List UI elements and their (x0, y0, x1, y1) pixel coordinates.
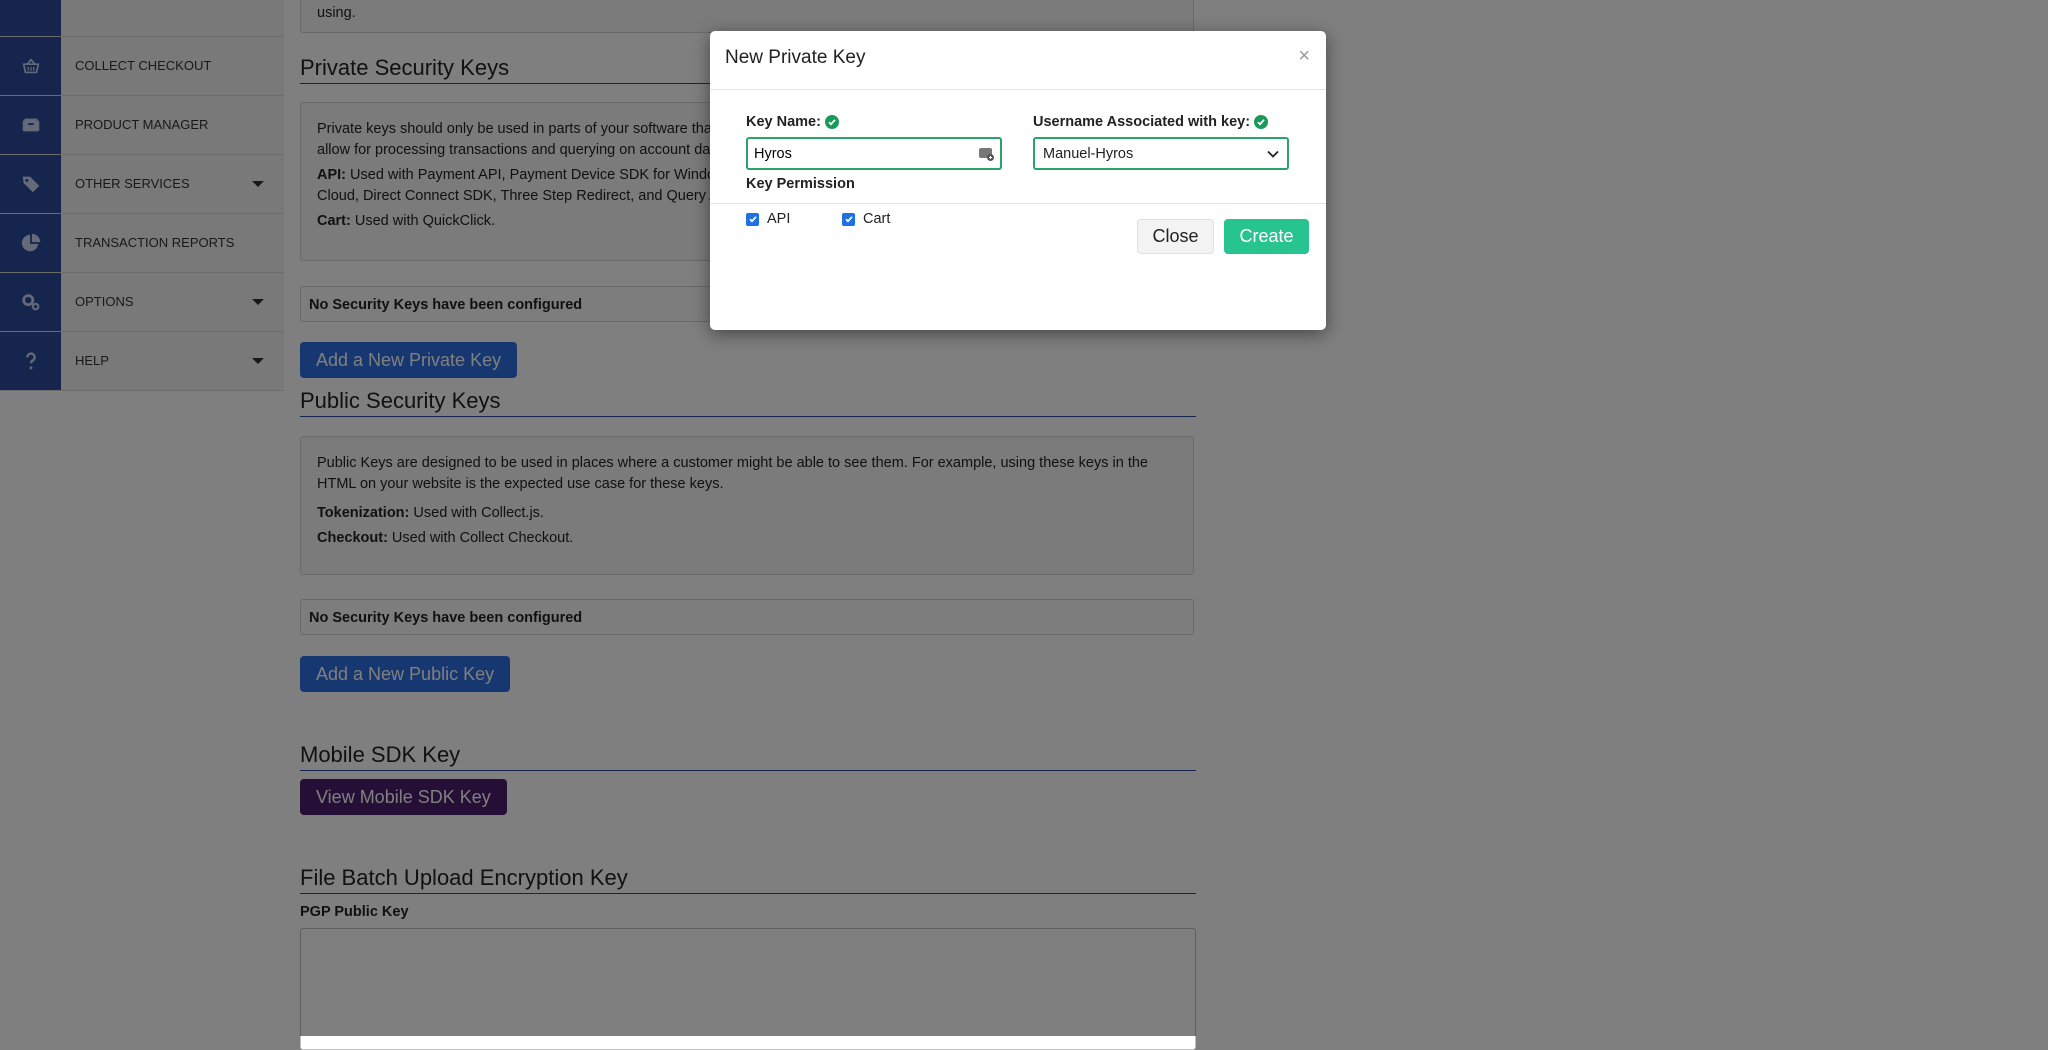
cart-checkbox[interactable] (842, 212, 855, 226)
api-checkbox-label: API (767, 211, 791, 227)
chevron-down-icon (1267, 150, 1279, 158)
new-private-key-modal: New Private Key × Close Create Key Name:… (710, 31, 1326, 330)
modal-title: New Private Key (725, 47, 866, 68)
modal-header: New Private Key × (710, 31, 1326, 90)
username-label-text: Username Associated with key: (1033, 114, 1251, 130)
username-select[interactable]: Manuel-Hyros (1033, 137, 1289, 170)
close-icon[interactable]: × (1298, 45, 1310, 68)
close-button[interactable]: Close (1137, 219, 1214, 254)
valid-check-icon (824, 115, 839, 129)
key-name-label: Key Name: (746, 114, 839, 130)
modal-footer: Close Create (710, 204, 1326, 274)
key-name-label-text: Key Name: (746, 114, 821, 130)
username-select-value: Manuel-Hyros (1043, 145, 1134, 162)
password-manager-icon[interactable] (978, 145, 995, 162)
valid-check-icon (1254, 115, 1269, 129)
create-button[interactable]: Create (1224, 219, 1309, 254)
cart-checkbox-label: Cart (863, 211, 891, 227)
key-permission-label: Key Permission (746, 176, 855, 192)
perm-api[interactable]: API (746, 211, 790, 227)
perm-cart[interactable]: Cart (842, 211, 890, 227)
key-name-input[interactable] (746, 137, 1002, 170)
api-checkbox[interactable] (746, 212, 759, 226)
username-label: Username Associated with key: (1033, 114, 1269, 130)
